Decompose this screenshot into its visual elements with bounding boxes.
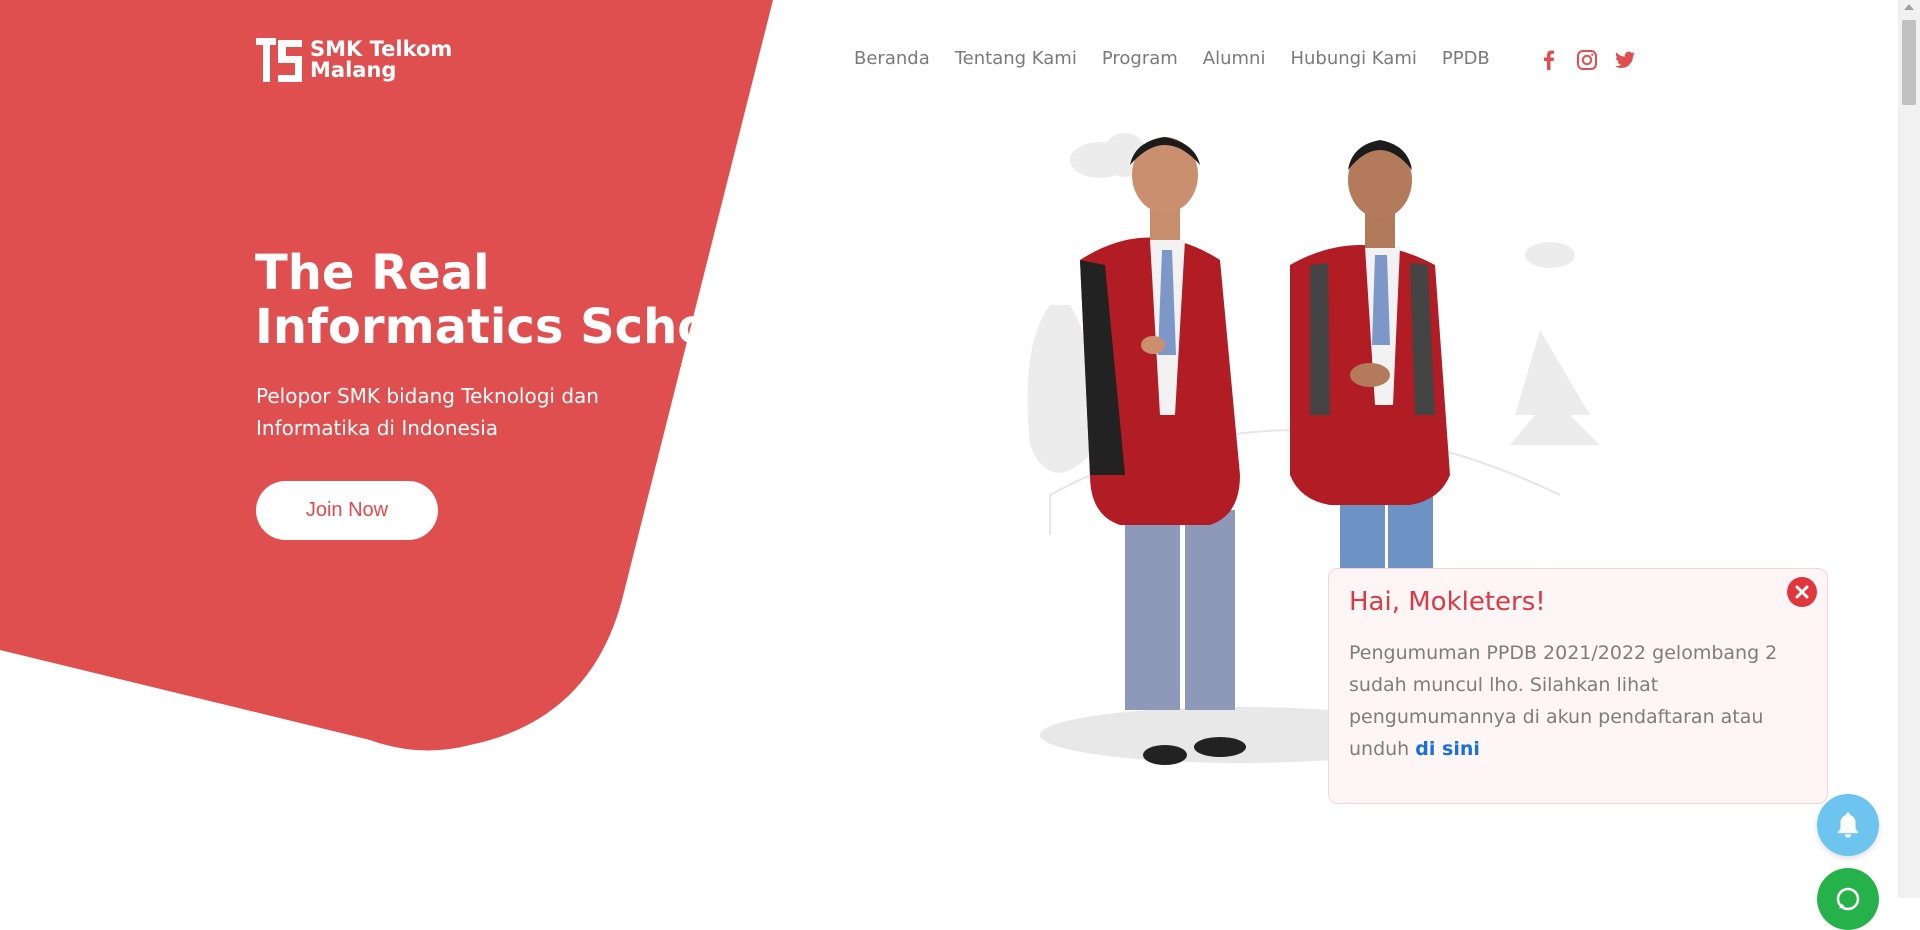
whatsapp-icon [1836, 887, 1860, 911]
instagram-icon[interactable] [1575, 48, 1599, 72]
notification-bell-button[interactable] [1817, 794, 1879, 856]
close-icon [1795, 585, 1809, 599]
scroll-up-arrow-icon[interactable] [1904, 4, 1914, 10]
bell-icon [1838, 812, 1858, 838]
student-left [1080, 137, 1246, 765]
hero-subtitle: Pelopor SMK bidang Teknologi dan Informa… [256, 384, 599, 440]
hero-title-line-1: The Real [255, 246, 490, 301]
hero-title: The Real Informatics School [255, 246, 705, 354]
popup-title: Hai, Mokleters! [1349, 587, 1546, 617]
nav-beranda[interactable]: Beranda [854, 48, 930, 69]
hero-title-line-2: Informatics School [255, 299, 705, 354]
facebook-icon[interactable] [1537, 48, 1561, 72]
join-now-button[interactable]: Join Now [256, 481, 438, 540]
brand-line-1: SMK Telkom [310, 37, 453, 61]
close-popup-button[interactable] [1787, 577, 1817, 607]
download-link[interactable]: di sini [1415, 738, 1480, 760]
twitter-icon[interactable] [1613, 48, 1637, 72]
page-scrollbar[interactable] [1898, 0, 1920, 898]
nav-tentang-kami[interactable]: Tentang Kami [955, 48, 1077, 69]
nav-hubungi-kami[interactable]: Hubungi Kami [1290, 48, 1416, 69]
announcement-popup: Hai, Mokleters! Pengumuman PPDB 2021/202… [1328, 568, 1828, 804]
telkom-logo-icon [256, 38, 302, 82]
brand-name: SMK Telkom Malang [310, 39, 452, 81]
popup-message-text: Pengumuman PPDB 2021/2022 gelombang 2 su… [1349, 642, 1778, 760]
site-logo[interactable]: SMK Telkom Malang [256, 36, 452, 84]
whatsapp-button[interactable] [1817, 868, 1879, 930]
popup-message: Pengumuman PPDB 2021/2022 gelombang 2 su… [1349, 637, 1807, 765]
nav-ppdb[interactable]: PPDB [1442, 48, 1490, 69]
social-links [1537, 48, 1637, 72]
scrollbar-thumb[interactable] [1902, 20, 1916, 105]
nav-alumni[interactable]: Alumni [1203, 48, 1266, 69]
brand-line-2: Malang [310, 58, 397, 82]
nav-program[interactable]: Program [1102, 48, 1178, 69]
main-nav: Beranda Tentang Kami Program Alumni Hubu… [854, 48, 1490, 69]
